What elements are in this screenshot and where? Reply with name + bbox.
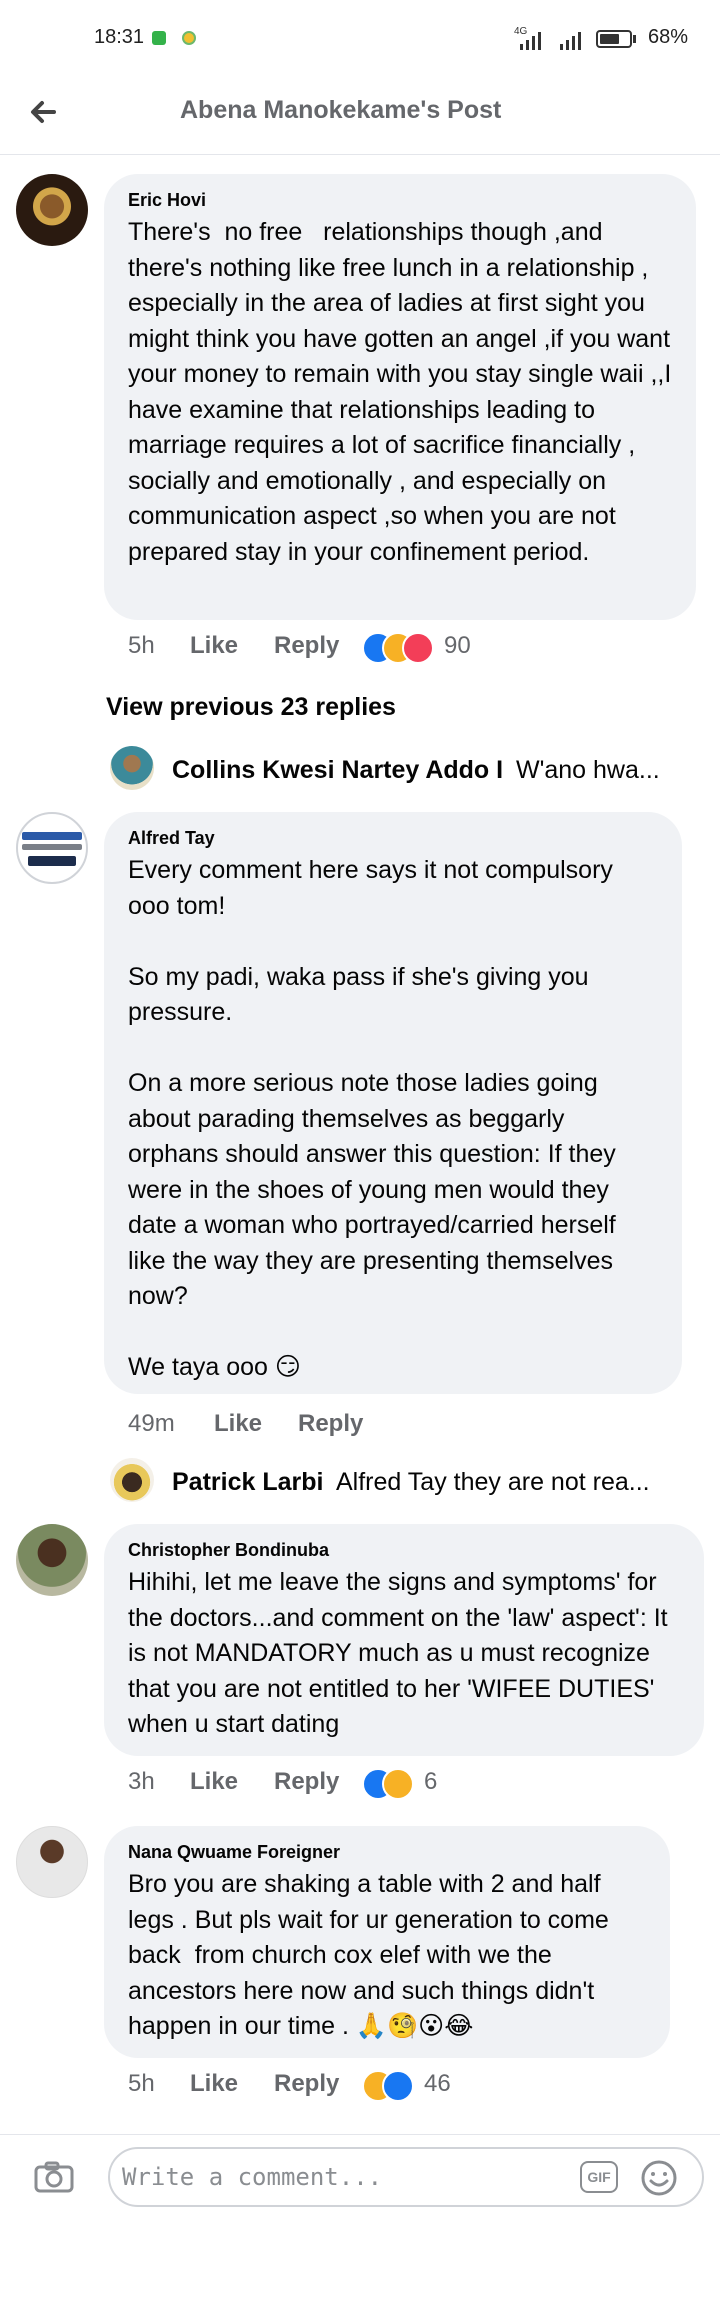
signal-strength-icon-2	[560, 30, 590, 50]
gif-button[interactable]: GIF	[580, 2161, 618, 2193]
status-bar: 18:31 4G 68%	[0, 0, 720, 80]
notification-chrome-icon	[182, 31, 196, 45]
like-button[interactable]: Like	[190, 632, 238, 660]
camera-icon	[34, 2161, 74, 2193]
comment-actions: 5h Like Reply 46	[128, 2070, 688, 2106]
like-icon	[382, 2070, 414, 2102]
comment-time: 5h	[128, 632, 155, 659]
comment-author[interactable]: Nana Qwuame Foreigner	[128, 1842, 646, 1863]
battery-percent: 68%	[648, 26, 689, 48]
like-button[interactable]: Like	[190, 2070, 238, 2098]
post-header: Abena Manokekame's Post	[0, 80, 720, 155]
reaction-summary[interactable]: 90	[362, 632, 502, 668]
comment-bubble: Alfred Tay Every comment here says it no…	[104, 812, 682, 1394]
notification-app-icon	[152, 31, 166, 45]
comment-time: 49m	[128, 1410, 175, 1437]
comment-text: There's no free relationships though ,an…	[128, 218, 679, 566]
smiley-icon	[641, 2160, 677, 2196]
comment-input[interactable]: Write a comment... GIF	[108, 2147, 704, 2207]
reaction-count: 46	[424, 2070, 451, 2097]
reply-preview[interactable]: Collins Kwesi Nartey Addo I W'ano hwa...	[108, 746, 698, 796]
avatar[interactable]	[16, 812, 88, 884]
reply-preview[interactable]: Patrick Larbi Alfred Tay they are not re…	[108, 1458, 698, 1508]
comment-composer: Write a comment... GIF	[0, 2134, 720, 2219]
comment-author[interactable]: Eric Hovi	[128, 190, 672, 211]
avatar	[110, 1458, 154, 1502]
camera-button[interactable]	[34, 2161, 74, 2193]
reaction-summary[interactable]: 6	[362, 1768, 462, 1804]
comment-bubble: Christopher Bondinuba Hihihi, let me lea…	[104, 1524, 704, 1756]
reply-button[interactable]: Reply	[274, 632, 339, 660]
status-time: 18:31	[94, 26, 145, 48]
reaction-summary[interactable]: 46	[362, 2070, 472, 2106]
reply-snippet: Alfred Tay they are not rea...	[336, 1468, 650, 1496]
comment-bubble: Eric Hovi There's no free relationships …	[104, 174, 696, 620]
reply-author: Collins Kwesi Nartey Addo I	[172, 756, 504, 784]
love-icon	[402, 632, 434, 664]
comment-author[interactable]: Christopher Bondinuba	[128, 1540, 680, 1561]
avatar[interactable]	[16, 1524, 88, 1596]
signal-strength-icon	[520, 30, 550, 50]
avatar[interactable]	[16, 174, 88, 246]
reply-author: Patrick Larbi	[172, 1468, 324, 1496]
comment-bubble: Nana Qwuame Foreigner Bro you are shakin…	[104, 1826, 670, 2058]
comment-text: Every comment here says it not compulsor…	[128, 856, 616, 1381]
like-button[interactable]: Like	[214, 1410, 262, 1438]
page-title: Abena Manokekame's Post	[180, 96, 502, 124]
avatar	[110, 746, 154, 790]
comment-actions: 3h Like Reply 6	[128, 1768, 688, 1804]
back-button[interactable]	[24, 92, 64, 132]
comment-actions: 5h Like Reply 90	[128, 632, 688, 668]
reply-button[interactable]: Reply	[298, 1410, 363, 1438]
avatar[interactable]	[16, 1826, 88, 1898]
battery-cap	[633, 35, 636, 43]
view-previous-replies[interactable]: View previous 23 replies	[106, 693, 396, 722]
arrow-left-icon	[31, 101, 56, 123]
battery-fill	[600, 34, 619, 44]
comment-time: 3h	[128, 1768, 155, 1795]
reply-button[interactable]: Reply	[274, 2070, 339, 2098]
emoji-button[interactable]	[640, 2159, 678, 2197]
comment-author[interactable]: Alfred Tay	[128, 828, 658, 849]
comment-text: Hihihi, let me leave the signs and sympt…	[128, 1568, 675, 1738]
battery-icon	[596, 30, 632, 48]
comment-time: 5h	[128, 2070, 155, 2097]
like-button[interactable]: Like	[190, 1768, 238, 1796]
reaction-count: 90	[444, 632, 471, 659]
haha-icon	[382, 1768, 414, 1800]
reply-snippet: W'ano hwa...	[516, 756, 660, 784]
reply-button[interactable]: Reply	[274, 1768, 339, 1796]
comment-placeholder: Write a comment...	[122, 2163, 383, 2191]
comment-text: Bro you are shaking a table with 2 and h…	[128, 1870, 616, 2040]
reaction-count: 6	[424, 1768, 438, 1795]
comment-actions: 49m Like Reply	[128, 1410, 688, 1446]
